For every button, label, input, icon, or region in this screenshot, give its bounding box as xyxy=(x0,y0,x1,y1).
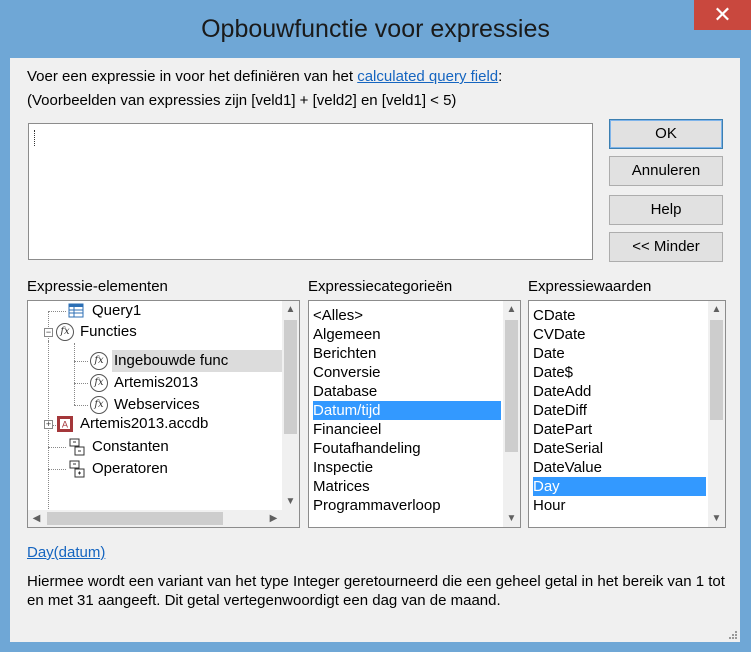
tree-line xyxy=(74,405,88,406)
list-item[interactable]: Berichten xyxy=(313,344,376,363)
list-item[interactable]: DateAdd xyxy=(533,382,591,401)
dialog-title: Opbouwfunctie voor expressies xyxy=(201,15,550,43)
svg-text:A: A xyxy=(62,421,69,431)
collapse-icon[interactable]: − xyxy=(44,328,53,337)
tree-line xyxy=(48,341,49,527)
operators-icon xyxy=(69,460,85,478)
dialog-body: Voer een expressie in voor het definiëre… xyxy=(10,58,740,642)
instruction-line-1: Voer een expressie in voor het definiëre… xyxy=(27,68,502,86)
tree-line xyxy=(74,383,88,384)
list-item-selected[interactable]: Datum/tijd xyxy=(313,401,501,420)
tree-line xyxy=(74,361,88,362)
list-item[interactable]: Matrices xyxy=(313,477,370,496)
list-item[interactable]: CDate xyxy=(533,306,576,325)
help-button[interactable]: Help xyxy=(609,195,723,225)
scroll-up-icon[interactable]: ▲ xyxy=(282,301,299,318)
tree-line xyxy=(48,447,66,448)
tree-item-functies[interactable]: Functies xyxy=(80,321,137,343)
expression-input[interactable] xyxy=(28,123,593,260)
tree-item-query1[interactable]: Query1 xyxy=(92,301,141,322)
tree-horizontal-scrollbar[interactable]: ◀ ▶ xyxy=(28,510,299,527)
list-item[interactable]: DateSerial xyxy=(533,439,603,458)
ok-button[interactable]: OK xyxy=(609,119,723,149)
instruction-line-2: (Voorbeelden van expressies zijn [veld1]… xyxy=(27,92,457,109)
tree-item-database[interactable]: Artemis2013.accdb xyxy=(80,413,208,435)
list-item[interactable]: Date$ xyxy=(533,363,573,382)
function-description: Hiermee wordt een variant van het type I… xyxy=(27,573,725,609)
list-item[interactable]: Foutafhandeling xyxy=(313,439,421,458)
syntax-link[interactable]: Day(datum) xyxy=(27,544,105,562)
tree-item-constants[interactable]: Constanten xyxy=(92,436,169,458)
tree-line xyxy=(74,343,75,405)
tree-item-operators[interactable]: Operatoren xyxy=(92,458,168,480)
list-item[interactable]: Date xyxy=(533,344,565,363)
resize-grip-icon[interactable] xyxy=(728,630,738,640)
scroll-right-icon[interactable]: ▶ xyxy=(265,510,282,527)
list-item[interactable]: Financieel xyxy=(313,420,381,439)
instruction-suffix: : xyxy=(498,68,503,85)
scroll-down-icon[interactable]: ▼ xyxy=(282,493,299,510)
scroll-thumb[interactable] xyxy=(505,320,518,452)
values-scrollbar[interactable]: ▲ ▼ xyxy=(708,301,725,527)
scroll-left-icon[interactable]: ◀ xyxy=(28,510,45,527)
cancel-button[interactable]: Annuleren xyxy=(609,156,723,186)
tree-item-artemis2013[interactable]: Artemis2013 xyxy=(114,372,198,394)
title-bar[interactable]: Opbouwfunctie voor expressies ✕ xyxy=(0,0,751,58)
list-item[interactable]: DateValue xyxy=(533,458,602,477)
list-item[interactable]: DatePart xyxy=(533,420,592,439)
constants-icon xyxy=(69,438,85,456)
function-icon: fx xyxy=(90,374,108,392)
categories-label: Expressiecategorieën xyxy=(308,278,453,295)
database-icon: A xyxy=(57,416,73,432)
categories-scrollbar[interactable]: ▲ ▼ xyxy=(503,301,520,527)
less-button[interactable]: << Minder xyxy=(609,232,723,262)
list-item[interactable]: Programmaverloop xyxy=(313,496,441,515)
close-button[interactable]: ✕ xyxy=(694,0,751,30)
scroll-up-icon[interactable]: ▲ xyxy=(708,301,725,318)
expression-builder-dialog: Opbouwfunctie voor expressies ✕ Voer een… xyxy=(0,0,751,652)
tree-item-builtin-functions[interactable]: Ingebouwde func xyxy=(114,350,228,372)
values-label: Expressiewaarden xyxy=(528,278,652,295)
function-icon: fx xyxy=(56,323,74,341)
list-item[interactable]: Algemeen xyxy=(313,325,381,344)
scroll-up-icon[interactable]: ▲ xyxy=(503,301,520,318)
query-icon xyxy=(68,303,84,318)
scroll-down-icon[interactable]: ▼ xyxy=(503,510,520,527)
tree-line xyxy=(48,311,66,312)
elements-label: Expressie-elementen xyxy=(27,278,168,295)
scroll-down-icon[interactable]: ▼ xyxy=(708,510,725,527)
list-item[interactable]: Database xyxy=(313,382,377,401)
instruction-prefix: Voer een expressie in voor het definiëre… xyxy=(27,68,358,85)
expand-icon[interactable]: + xyxy=(44,420,53,429)
calculated-query-field-link[interactable]: calculated query field xyxy=(357,68,498,85)
values-list[interactable]: CDate CVDate Date Date$ DateAdd DateDiff… xyxy=(528,300,726,528)
tree-line xyxy=(48,469,66,470)
function-icon: fx xyxy=(90,396,108,414)
scroll-thumb[interactable] xyxy=(47,512,223,525)
list-item[interactable]: Inspectie xyxy=(313,458,373,477)
list-item[interactable]: Hour xyxy=(533,496,566,515)
list-item[interactable]: <Alles> xyxy=(313,306,363,325)
list-item-selected[interactable]: Day xyxy=(533,477,706,496)
text-caret xyxy=(34,130,37,146)
list-item[interactable]: CVDate xyxy=(533,325,586,344)
scroll-thumb[interactable] xyxy=(710,320,723,420)
list-item[interactable]: DateDiff xyxy=(533,401,587,420)
list-item[interactable]: Conversie xyxy=(313,363,381,382)
function-icon: fx xyxy=(90,352,108,370)
categories-list[interactable]: <Alles> Algemeen Berichten Conversie Dat… xyxy=(308,300,521,528)
expression-elements-tree[interactable]: Query1 − fx Functies fx Ingebouwde func … xyxy=(27,300,300,528)
scroll-thumb[interactable] xyxy=(284,320,297,434)
tree-vertical-scrollbar[interactable]: ▲ ▼ xyxy=(282,301,299,510)
